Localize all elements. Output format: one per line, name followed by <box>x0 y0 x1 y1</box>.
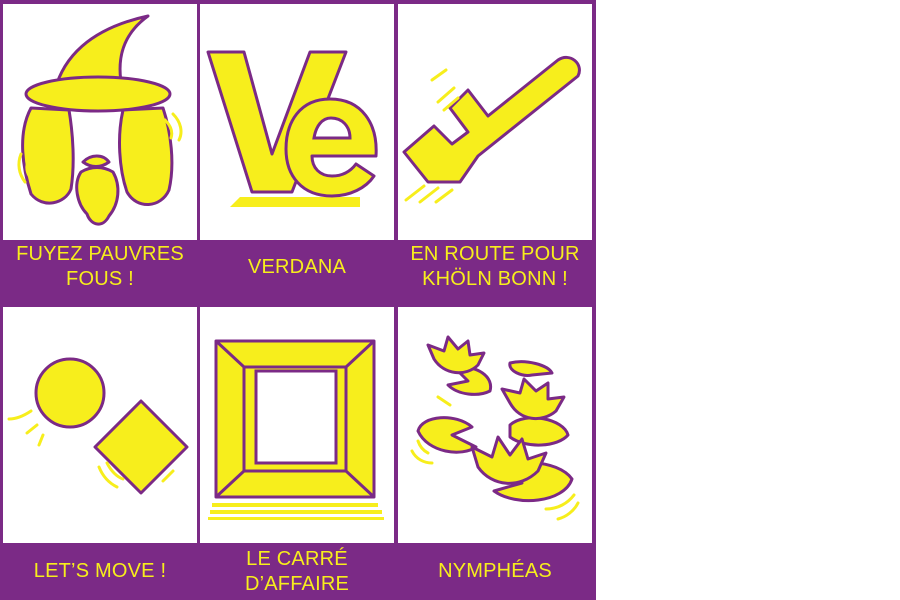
water-lilies-icon <box>398 307 592 543</box>
card-label: VERDANA <box>200 240 394 294</box>
circle-diamond-icon <box>3 307 197 543</box>
poster-grid: FUYEZ PAUVRES FOUS ! VERDANA EN ROUTE PO… <box>0 0 596 600</box>
card-le-carre-daffaire: LE CARRÉ D’AFFAIRE <box>200 307 394 600</box>
card-fuyez-pauvres-fous: FUYEZ PAUVRES FOUS ! <box>3 4 197 294</box>
card-label: FUYEZ PAUVRES FOUS ! <box>3 240 197 294</box>
tilted-y-icon <box>398 4 592 240</box>
card-nympheas: NYMPHÉAS <box>398 307 592 600</box>
card-lets-move: LET’S MOVE ! <box>3 307 197 600</box>
card-label: LE CARRÉ D’AFFAIRE <box>200 543 394 600</box>
ve-letters-icon <box>200 4 394 240</box>
card-label: NYMPHÉAS <box>398 543 592 600</box>
card-label: EN ROUTE POUR KHÖLN BONN ! <box>398 240 592 294</box>
card-label: LET’S MOVE ! <box>3 543 197 600</box>
wizard-icon <box>3 4 197 240</box>
card-en-route: EN ROUTE POUR KHÖLN BONN ! <box>398 4 592 294</box>
card-verdana: VERDANA <box>200 4 394 294</box>
square-frame-icon <box>200 307 394 543</box>
